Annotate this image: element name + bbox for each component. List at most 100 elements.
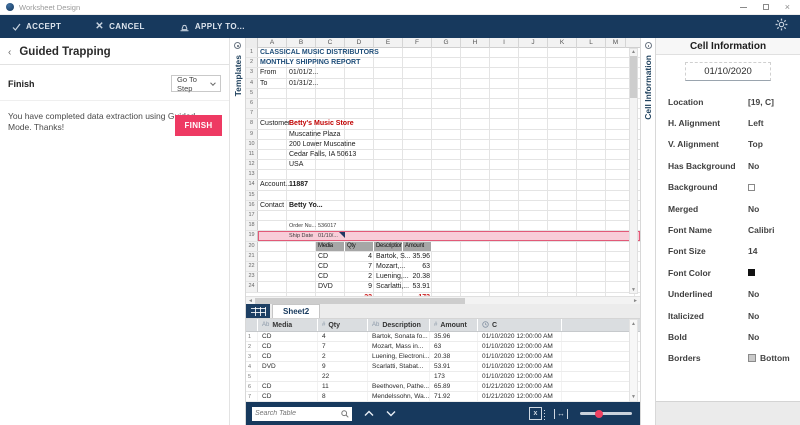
sheet-cell[interactable]: CLASSICAL MUSIC DISTRIBUTORS	[258, 48, 379, 58]
minimize-icon[interactable]	[740, 7, 747, 8]
table-cell[interactable]: 22	[318, 372, 368, 381]
sheet-cell[interactable]: 01/10/...	[316, 231, 338, 241]
sheet-cell[interactable]: Media	[316, 242, 345, 251]
row-number[interactable]: 1	[246, 48, 258, 57]
row-number[interactable]: 12	[246, 160, 258, 169]
row-number[interactable]: 2	[246, 58, 258, 67]
sheet-cell[interactable]: CD	[316, 252, 328, 262]
row-number[interactable]: 8	[246, 119, 258, 128]
table-cell[interactable]: Mendelssohn, Wa...	[368, 392, 430, 401]
sheet-cell[interactable]: Description	[374, 242, 403, 251]
row-number[interactable]: 4	[246, 79, 258, 88]
table-cell[interactable]	[258, 372, 318, 381]
table-cell[interactable]: 01/21/2020 12:00:00 AM	[478, 392, 562, 401]
apply-to-button[interactable]: APPLY TO...	[179, 21, 245, 32]
row-number[interactable]: 10	[246, 140, 258, 149]
sheet-cell[interactable]: USA	[287, 160, 303, 170]
table-column-header[interactable]: AbDescription	[368, 319, 430, 331]
find-next-icon[interactable]	[386, 410, 396, 417]
table-row[interactable]: 2CD7Mozart, Mass in...6301/10/2020 12:00…	[246, 342, 640, 352]
table-cell[interactable]: 7	[318, 342, 368, 351]
column-header[interactable]: E	[374, 38, 403, 48]
search-input[interactable]	[255, 410, 341, 417]
sheet-cell[interactable]: Mozart,...	[374, 262, 405, 272]
maximize-icon[interactable]	[763, 4, 769, 10]
row-number[interactable]: 15	[246, 191, 258, 200]
scroll-thumb[interactable]	[630, 56, 637, 98]
table-cell[interactable]: 4	[246, 362, 258, 371]
sheet-cell[interactable]: Amount	[403, 242, 432, 251]
settings-gear-icon[interactable]	[775, 18, 788, 36]
zoom-slider[interactable]	[580, 412, 632, 415]
table-row[interactable]: 3CD2Luening, Electroni...20.3801/10/2020…	[246, 352, 640, 362]
zoom-slider-knob[interactable]	[595, 410, 603, 418]
table-cell[interactable]: 7	[246, 392, 258, 401]
table-vertical-scrollbar[interactable]: ▲ ▼	[629, 319, 638, 402]
scroll-down-icon[interactable]: ▼	[631, 287, 636, 293]
table-cell[interactable]: CD	[258, 382, 318, 391]
table-row[interactable]: 4DVD9Scarlatti, Stabat...53.9101/10/2020…	[246, 362, 640, 372]
scroll-right-icon[interactable]: ►	[633, 298, 638, 304]
sheet-cell[interactable]: 536017	[316, 221, 336, 231]
sheet-cell[interactable]: MONTHLY SHIPPING REPORT	[258, 58, 360, 68]
sheet-cell[interactable]: Ship Date	[287, 231, 313, 241]
sheet-cell[interactable]: 200 Lower Muscatine	[287, 140, 356, 150]
table-cell[interactable]: DVD	[258, 362, 318, 371]
accept-button[interactable]: ACCEPT	[12, 22, 61, 31]
row-number[interactable]: 17	[246, 211, 258, 220]
select-all-corner[interactable]	[246, 38, 258, 48]
row-number[interactable]: 22	[246, 262, 258, 271]
pin-icon[interactable]	[645, 42, 652, 49]
sheet-cell[interactable]: 11887	[287, 180, 308, 190]
column-header[interactable]: M	[606, 38, 626, 48]
row-number[interactable]: 20	[246, 242, 258, 251]
table-cell[interactable]: 173	[430, 372, 478, 381]
sheet-cell[interactable]: 4	[345, 252, 374, 262]
table-row[interactable]: 7CD8Mendelssohn, Wa...71.9201/21/2020 12…	[246, 392, 640, 402]
row-number[interactable]: 13	[246, 170, 258, 179]
row-number[interactable]: 16	[246, 201, 258, 210]
table-cell[interactable]: 01/10/2020 12:00:00 AM	[478, 352, 562, 361]
sheet-cell[interactable]: 7	[345, 262, 374, 272]
table-cell[interactable]: 1	[246, 332, 258, 341]
scroll-down-icon[interactable]: ▼	[631, 394, 636, 400]
sheet-cell[interactable]: Betty's Music Store	[287, 119, 354, 129]
column-header[interactable]: C	[316, 38, 345, 48]
go-to-step-dropdown[interactable]: Go To Step	[171, 75, 221, 92]
sheet-cell[interactable]: CD	[316, 262, 328, 272]
row-number[interactable]: 14	[246, 180, 258, 189]
table-cell[interactable]: 01/21/2020 12:00:00 AM	[478, 382, 562, 391]
sheet-cell[interactable]: Customer	[258, 119, 290, 129]
row-number[interactable]: 11	[246, 150, 258, 159]
table-row[interactable]: 6CD11Beethoven, Pathe...65.8901/21/2020 …	[246, 382, 640, 392]
sheet-cell[interactable]: Muscatine Plaza	[287, 130, 340, 140]
table-cell[interactable]: Bartok, Sonata fo...	[368, 332, 430, 341]
sheet-cell[interactable]: To	[258, 79, 267, 89]
table-cell[interactable]: 8	[318, 392, 368, 401]
row-number[interactable]: 19	[246, 231, 258, 240]
excel-export-icon[interactable]: x	[529, 407, 542, 420]
table-cell[interactable]: CD	[258, 392, 318, 401]
sheet-cell[interactable]: From	[258, 68, 276, 78]
table-cell[interactable]: 01/10/2020 12:00:00 AM	[478, 372, 562, 381]
sheet-cell[interactable]: 53.91	[403, 282, 432, 292]
table-cell[interactable]: 71.92	[430, 392, 478, 401]
table-cell[interactable]: 4	[318, 332, 368, 341]
sheet-cell[interactable]: 01/31/2...	[287, 79, 318, 89]
sheet-cell[interactable]: 22	[345, 293, 374, 297]
table-cell[interactable]: 11	[318, 382, 368, 391]
sheet-cell[interactable]: 2	[345, 272, 374, 282]
finish-button[interactable]: FINISH	[175, 115, 222, 136]
table-column-header[interactable]: #Amount	[430, 319, 478, 331]
sheet-table-icon[interactable]	[246, 304, 270, 318]
column-header[interactable]: B	[287, 38, 316, 48]
table-cell[interactable]: 2	[246, 342, 258, 351]
table-cell[interactable]: 01/10/2020 12:00:00 AM	[478, 342, 562, 351]
pin-icon[interactable]	[234, 42, 241, 49]
table-cell[interactable]: CD	[258, 342, 318, 351]
column-header[interactable]: I	[490, 38, 519, 48]
table-cell[interactable]: CD	[258, 332, 318, 341]
cell-information-tab[interactable]: Cell Information	[643, 55, 653, 120]
sheet-cell[interactable]: Order Nu...	[287, 221, 316, 231]
sheet-cell[interactable]: 9	[345, 282, 374, 292]
